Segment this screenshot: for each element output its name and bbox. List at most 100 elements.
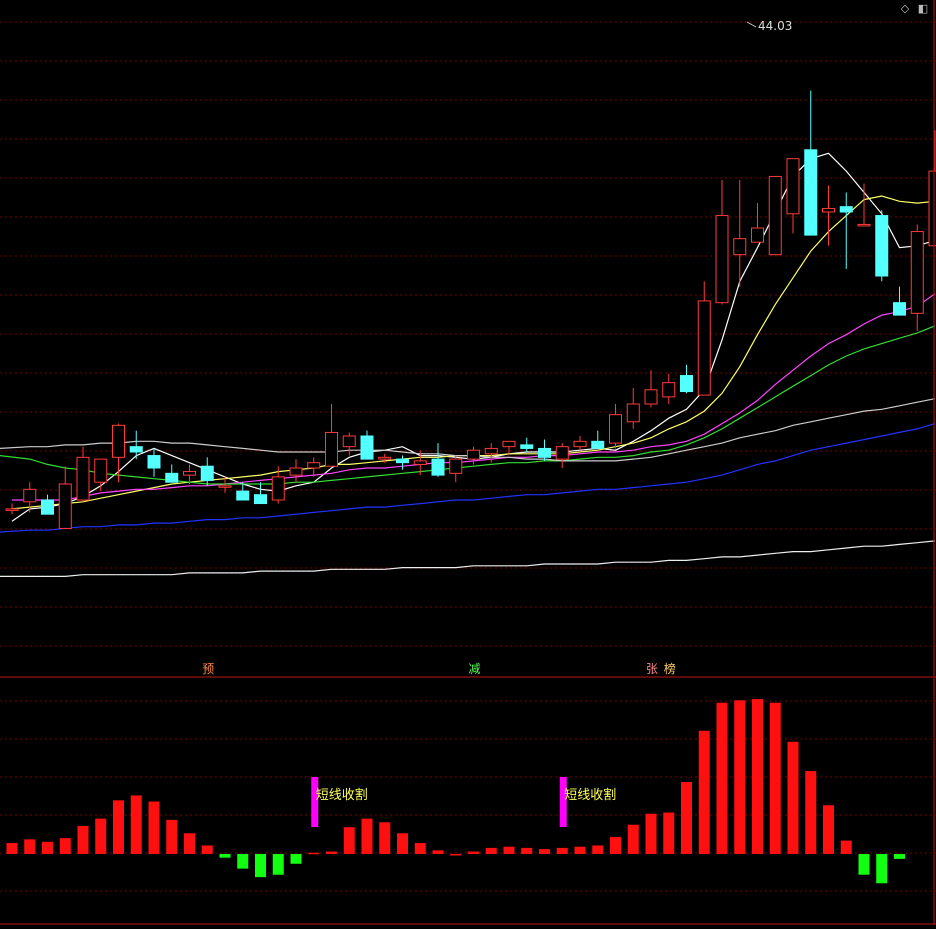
histogram-bar-positive <box>592 845 604 854</box>
candle-body <box>129 446 143 453</box>
candle-body <box>857 223 871 227</box>
stock-chart: 预 减 张榜 短线收割 短线收割 44.03 <box>0 0 936 925</box>
candle-body <box>502 440 516 448</box>
candle-body <box>289 467 303 476</box>
histogram-bar-positive <box>627 824 639 854</box>
histogram-bar-positive <box>521 847 533 854</box>
candle-body <box>413 460 427 465</box>
candle-body <box>360 435 374 460</box>
candle-down <box>875 210 889 282</box>
histogram-bar-positive <box>823 805 834 854</box>
histogram-bar-negative <box>237 854 249 869</box>
peak-price-label: 44.03 <box>758 19 792 33</box>
histogram-bar-positive <box>734 700 746 854</box>
candle-body <box>378 456 392 460</box>
candle-body <box>697 300 711 396</box>
candle-body <box>147 455 161 469</box>
histogram-bar-positive <box>130 795 142 854</box>
candle-body <box>644 389 658 405</box>
histogram-bar-positive <box>414 843 426 854</box>
histogram-bar-positive <box>201 845 213 854</box>
histogram-bar-positive <box>663 812 675 854</box>
histogram-bar-positive <box>539 849 550 854</box>
histogram-bar-positive <box>485 847 497 854</box>
histogram-bar-positive <box>468 851 479 854</box>
histogram-bar-negative <box>876 854 888 884</box>
candle-body <box>254 494 267 505</box>
histogram-bar-positive <box>556 847 568 854</box>
diamond-icon[interactable]: ◇ <box>898 2 912 16</box>
candle-body <box>839 206 853 213</box>
candle-body <box>484 447 498 455</box>
histogram-bar-positive <box>77 825 89 854</box>
histogram-bar-positive <box>805 771 817 854</box>
histogram-bar-positive <box>840 840 852 854</box>
event-marker: 减 <box>468 662 480 676</box>
candle-body <box>112 424 125 458</box>
histogram-bar-positive <box>308 852 320 855</box>
histogram-bar-negative <box>255 854 266 878</box>
histogram-bar-positive <box>397 833 408 854</box>
histogram-bar-positive <box>343 827 355 854</box>
candle-body <box>76 456 90 501</box>
histogram-bar-positive <box>184 833 195 854</box>
candle-up <box>768 175 782 256</box>
candle-body <box>573 440 587 448</box>
histogram-bar-positive <box>716 702 728 854</box>
event-marker: 预 <box>202 662 214 676</box>
candle-body <box>200 465 214 481</box>
candle-body <box>449 458 463 474</box>
candle-body <box>538 447 551 458</box>
histogram-bar-negative <box>894 854 905 859</box>
histogram-bar-positive <box>681 782 692 854</box>
candle-body <box>431 458 445 476</box>
candle-body <box>396 458 409 464</box>
histogram-bar-negative <box>290 854 302 864</box>
candle-body <box>680 375 693 393</box>
candle-body <box>609 414 622 444</box>
histogram-bar-positive <box>787 741 799 854</box>
candle-body <box>94 458 108 483</box>
candle-body <box>928 170 936 247</box>
histogram-bar-positive <box>450 854 462 856</box>
histogram-bar-positive <box>645 813 657 854</box>
histogram-bar-positive <box>769 702 781 854</box>
histogram-bar-positive <box>59 838 71 854</box>
candle-body <box>751 227 764 243</box>
candle-body <box>467 449 480 460</box>
chart-stage: 预 减 张榜 短线收割 短线收割 44.03 ◇ ◧ <box>0 0 936 925</box>
candle-body <box>183 471 196 476</box>
candle-body <box>5 508 19 511</box>
candle-body <box>591 440 605 449</box>
histogram-bar-negative <box>219 854 231 858</box>
event-marker: 榜 <box>664 661 676 676</box>
candle-body <box>733 238 747 256</box>
candle-body <box>165 472 179 483</box>
candle-body <box>786 158 800 215</box>
histogram-bar-positive <box>113 800 124 854</box>
histogram-bar-positive <box>42 841 53 854</box>
candle-body <box>768 175 782 256</box>
candle-body <box>804 149 818 236</box>
candle-body <box>662 382 676 398</box>
candle-body <box>875 215 889 277</box>
panel-toggle-icon[interactable]: ◧ <box>916 2 930 16</box>
candle-body <box>822 207 835 213</box>
candle-body <box>910 231 924 314</box>
histogram-bar-positive <box>432 850 444 854</box>
signal-label: 短线收割 <box>316 787 368 803</box>
histogram-bar-positive <box>698 730 710 854</box>
candle-body <box>307 462 321 469</box>
candle-body <box>23 488 37 503</box>
candle-body <box>715 215 729 304</box>
histogram-bar-positive <box>166 819 178 854</box>
candle-body <box>218 485 232 488</box>
histogram-bar-positive <box>379 822 391 854</box>
candle-body <box>58 483 72 529</box>
histogram-bar-positive <box>361 818 373 854</box>
histogram-bar-positive <box>326 851 337 854</box>
histogram-bar-positive <box>752 699 763 854</box>
candle-body <box>893 302 906 316</box>
signal-label: 短线收割 <box>564 787 616 803</box>
candle-body <box>520 444 534 449</box>
